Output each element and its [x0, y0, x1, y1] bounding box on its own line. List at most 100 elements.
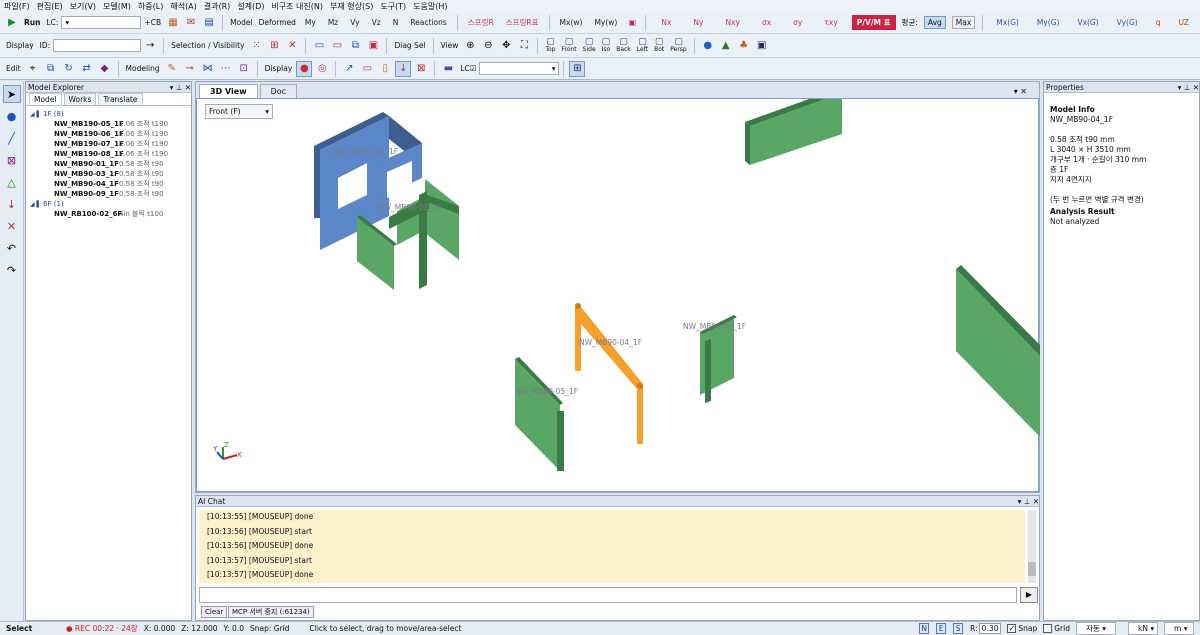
grid-icon[interactable]: ⊞: [569, 60, 586, 77]
tab-model[interactable]: Model: [29, 93, 62, 105]
view-button-iso[interactable]: ▢ Iso: [602, 37, 611, 53]
rotate-icon[interactable]: ↻: [61, 61, 77, 77]
tree-item[interactable]: NW_MB190-06_1F1.06 조적 t190: [30, 129, 191, 139]
result-button[interactable]: 스프링R: [468, 17, 494, 28]
tab-doc[interactable]: Doc: [259, 84, 298, 98]
menu-item[interactable]: 도구(T): [380, 1, 406, 12]
tree-item[interactable]: NW_MB90-01_1F0.58 조적 t90: [30, 159, 191, 169]
result-button[interactable]: σx: [762, 18, 771, 27]
clear-button[interactable]: Clear: [201, 606, 228, 618]
view-button-side[interactable]: ▢ Side: [583, 37, 596, 53]
result-button[interactable]: Nx: [661, 18, 671, 27]
avg-button[interactable]: Avg: [923, 16, 946, 29]
menu-item[interactable]: 해석(A): [170, 1, 196, 12]
id-input[interactable]: [53, 39, 142, 52]
cb-button[interactable]: +CB: [144, 18, 161, 27]
result-button[interactable]: Vy: [350, 18, 359, 27]
table-icon[interactable]: ▦: [165, 15, 181, 31]
run-button[interactable]: Run: [24, 18, 40, 27]
grid-checkbox[interactable]: [1043, 624, 1053, 633]
wall-orange-selected[interactable]: [575, 307, 643, 444]
support-icon[interactable]: ⊠: [413, 61, 429, 77]
model-canvas[interactable]: NW_MB90-01_1F NW_MB90-03_1F NW_MB90-04_1…: [197, 99, 1040, 493]
menu-item[interactable]: 도움말(H): [413, 1, 447, 12]
close-view-icon[interactable]: ▾ ✕: [1004, 85, 1037, 98]
chat-input[interactable]: [199, 587, 1017, 603]
divide-icon[interactable]: ⋯: [218, 61, 234, 77]
plate-tool-icon[interactable]: ⊠: [3, 151, 21, 169]
report-icon[interactable]: ▤: [201, 15, 217, 31]
wireframe-icon[interactable]: ▲: [718, 38, 734, 54]
node-tool-icon[interactable]: ✎: [164, 61, 180, 77]
load-arrow-icon[interactable]: ↓: [395, 60, 412, 77]
north-button[interactable]: N: [919, 623, 930, 634]
result-button[interactable]: τxy: [824, 18, 837, 27]
wall-green-3[interactable]: [425, 179, 459, 260]
result-button[interactable]: My: [305, 18, 316, 27]
hide-icon[interactable]: ▭: [329, 38, 345, 54]
menu-item[interactable]: 비구조 내진(N): [271, 1, 323, 12]
zoom-out-icon[interactable]: ⊖: [480, 38, 496, 54]
node-marker[interactable]: [575, 303, 581, 309]
result-button[interactable]: UZ: [1178, 18, 1189, 27]
view-button-front[interactable]: ▢ Front: [561, 37, 576, 53]
result-button[interactable]: Mz: [328, 18, 338, 27]
result-button[interactable]: Mx(w): [560, 18, 583, 27]
wall-green-right[interactable]: [956, 269, 1040, 437]
frame-icon[interactable]: ▭: [359, 61, 375, 77]
triangle-icon[interactable]: △: [3, 173, 21, 191]
mail-icon[interactable]: ✉: [183, 15, 199, 31]
grid-tool-icon[interactable]: ⊡: [236, 61, 252, 77]
zoom-fit-icon[interactable]: ⛶: [516, 38, 532, 54]
menu-item[interactable]: 보기(V): [70, 1, 96, 12]
lc-select[interactable]: ▾: [61, 16, 142, 29]
menu-item[interactable]: 결과(R): [204, 1, 231, 12]
render-icon[interactable]: ●: [700, 38, 716, 54]
wall-green-low[interactable]: [515, 359, 560, 471]
split-icon[interactable]: ⊸: [182, 61, 198, 77]
orange-wall-selected[interactable]: [575, 303, 643, 444]
nodes-toggle-icon[interactable]: ●: [296, 60, 313, 77]
3d-viewport[interactable]: Front (F) ▾ NW_MB90-01_1F NW_MB90-03_1F …: [196, 98, 1040, 493]
tree-item[interactable]: NW_MB190-05_1F1.06 조적 t190: [30, 119, 191, 129]
result-button[interactable]: Nxy: [725, 18, 740, 27]
menu-item[interactable]: 설계(D): [237, 1, 264, 12]
tree-item[interactable]: NW_MB190-07_1F1.06 조적 t190: [30, 139, 191, 149]
lighting-icon[interactable]: ♣: [736, 38, 752, 54]
section-icon[interactable]: ▣: [754, 38, 770, 54]
tree-group[interactable]: ◢ ▌ 6F (1): [30, 199, 191, 209]
tree-item[interactable]: NW_MB90-03_1F0.58 조적 t90: [30, 169, 191, 179]
menu-item[interactable]: 부재 형상(S): [330, 1, 373, 12]
menu-item[interactable]: 파일(F): [4, 1, 30, 12]
members-toggle-icon[interactable]: ◎: [314, 61, 330, 77]
pointer-icon[interactable]: ➤: [2, 85, 21, 103]
zoom-in-icon[interactable]: ⊕: [462, 38, 478, 54]
menu-item[interactable]: 모델(M): [103, 1, 131, 12]
force-unit-select[interactable]: kN ▾: [1128, 622, 1158, 635]
result-button[interactable]: Mx(G): [996, 18, 1019, 27]
panel-controls-icon[interactable]: ▾ ⊥ ✕: [170, 82, 191, 92]
send-icon[interactable]: ▶: [1020, 587, 1038, 603]
result-button[interactable]: Vx(G): [1077, 18, 1098, 27]
tree-item[interactable]: NW_MB90-04_1F0.58 조적 t90: [30, 179, 191, 189]
view-button-top[interactable]: ▢ Top: [545, 37, 555, 53]
lc-dropdown[interactable]: ▾: [479, 62, 560, 75]
result-button[interactable]: My(G): [1037, 18, 1060, 27]
menu-item[interactable]: 편집(E): [37, 1, 63, 12]
view-button-left[interactable]: ▢ Left: [637, 37, 648, 53]
join-icon[interactable]: ⋈: [200, 61, 216, 77]
extrude-icon[interactable]: ◆: [97, 61, 113, 77]
view-button-bot[interactable]: ▢ Bot: [654, 37, 664, 53]
expand-icon[interactable]: ◢ ▌: [30, 201, 43, 208]
result-button[interactable]: Reactions: [410, 18, 446, 27]
panel-controls-icon[interactable]: ▾ ⊥ ✕: [1018, 496, 1039, 506]
snap-checkbox[interactable]: ✓: [1007, 624, 1017, 633]
diag-sel-button[interactable]: Diag Sel: [394, 41, 425, 50]
result-button[interactable]: Ny: [693, 18, 703, 27]
south-button[interactable]: S: [953, 623, 964, 634]
result-button[interactable]: 스프링R표: [506, 17, 539, 28]
mirror-icon[interactable]: ⇄: [79, 61, 95, 77]
tree-group[interactable]: ◢ ▌ 1F (8): [30, 109, 191, 119]
show-icon[interactable]: ▭: [311, 38, 327, 54]
result-button[interactable]: Vz: [372, 18, 381, 27]
